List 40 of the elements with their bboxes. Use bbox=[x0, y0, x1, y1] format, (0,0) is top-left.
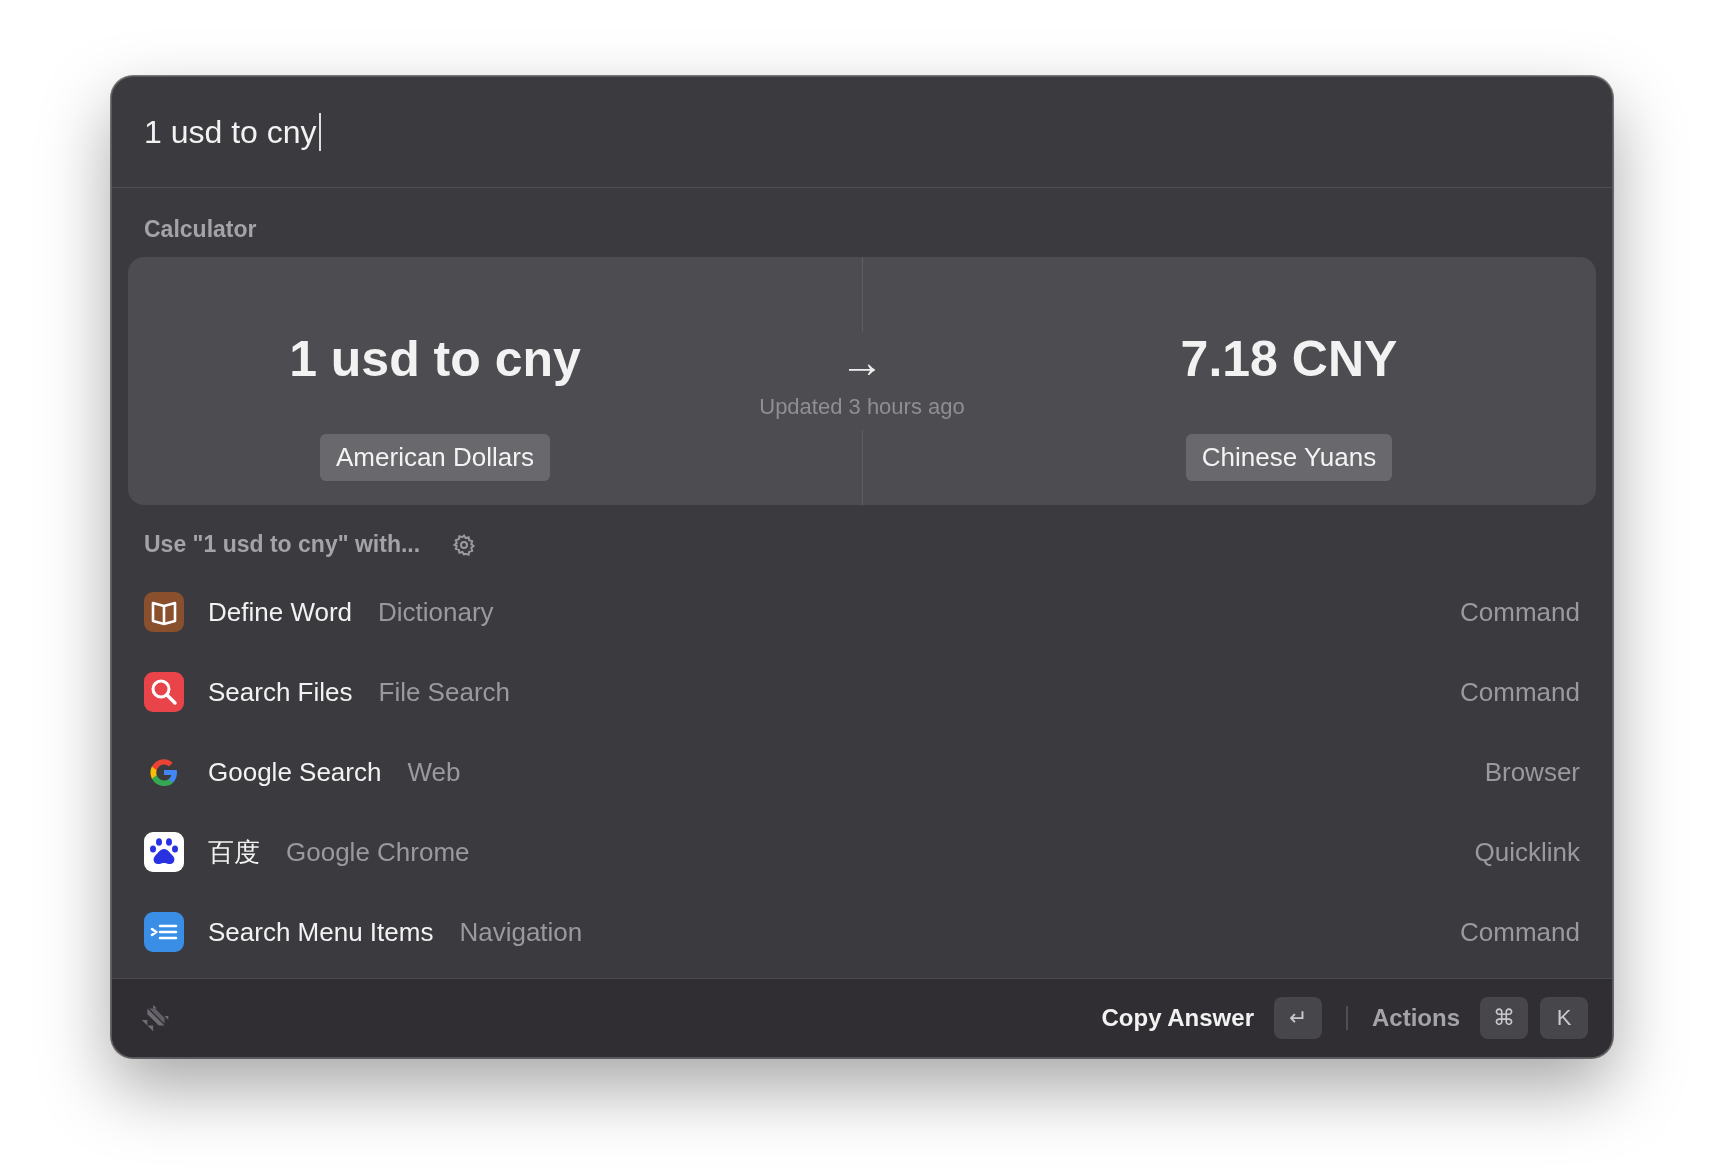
result-item[interactable]: Define Word Dictionary Command bbox=[128, 572, 1596, 652]
copy-answer-label: Copy Answer bbox=[1101, 1004, 1254, 1032]
calculator-query: 1 usd to cny bbox=[289, 330, 581, 388]
item-subtitle: Google Chrome bbox=[286, 836, 470, 868]
item-type: Command bbox=[1460, 916, 1580, 948]
result-item[interactable]: Search Menu Items Navigation Command bbox=[128, 892, 1596, 972]
settings-icon[interactable] bbox=[452, 532, 477, 557]
shortcut-key[interactable]: K bbox=[1540, 997, 1588, 1039]
item-title: Search Files bbox=[208, 676, 353, 708]
section-title: Use "1 usd to cny" with... bbox=[144, 531, 421, 558]
item-subtitle: Web bbox=[407, 756, 461, 788]
item-subtitle: File Search bbox=[378, 676, 510, 708]
magnifier-icon bbox=[144, 672, 184, 712]
item-title: 百度 bbox=[208, 835, 260, 869]
result-item[interactable]: 百度 Google Chrome Quicklink bbox=[128, 812, 1596, 892]
updated-text: Updated 3 hours ago bbox=[759, 394, 965, 420]
unit-label: American Dollars bbox=[320, 434, 550, 481]
calculator-result: 7.18 CNY bbox=[1180, 330, 1398, 388]
calculator-card[interactable]: 1 usd to cny American Dollars → Updated 3 hours ago 7.18 CNY Chinese Yuans bbox=[128, 257, 1596, 505]
section-title: Calculator bbox=[143, 215, 258, 244]
paw-icon bbox=[144, 832, 184, 872]
search-field[interactable]: 1 usd to cny bbox=[144, 113, 321, 151]
actions-label: Actions bbox=[1372, 1004, 1460, 1032]
item-type: Command bbox=[1460, 596, 1580, 628]
item-type: Command bbox=[1460, 676, 1580, 708]
unit-label: Chinese Yuans bbox=[1185, 434, 1393, 481]
arrow-glyph: → bbox=[840, 340, 884, 384]
item-title: Google Search bbox=[208, 756, 382, 788]
item-type: Quicklink bbox=[1474, 836, 1580, 868]
list-icon bbox=[144, 912, 184, 952]
item-title: Define Word bbox=[208, 596, 353, 628]
item-subtitle: Navigation bbox=[459, 916, 583, 948]
result-item[interactable]: Google Search Web Browser bbox=[128, 732, 1596, 812]
item-type: Browser bbox=[1484, 756, 1580, 788]
item-subtitle: Dictionary bbox=[378, 596, 494, 628]
book-icon bbox=[144, 592, 184, 632]
item-title: Search Menu Items bbox=[208, 916, 434, 948]
return-key[interactable]: ↵ bbox=[1274, 997, 1322, 1039]
shortcut-key[interactable]: ⌘ bbox=[1480, 997, 1528, 1039]
result-item[interactable]: Search Files File Search Command bbox=[128, 652, 1596, 732]
